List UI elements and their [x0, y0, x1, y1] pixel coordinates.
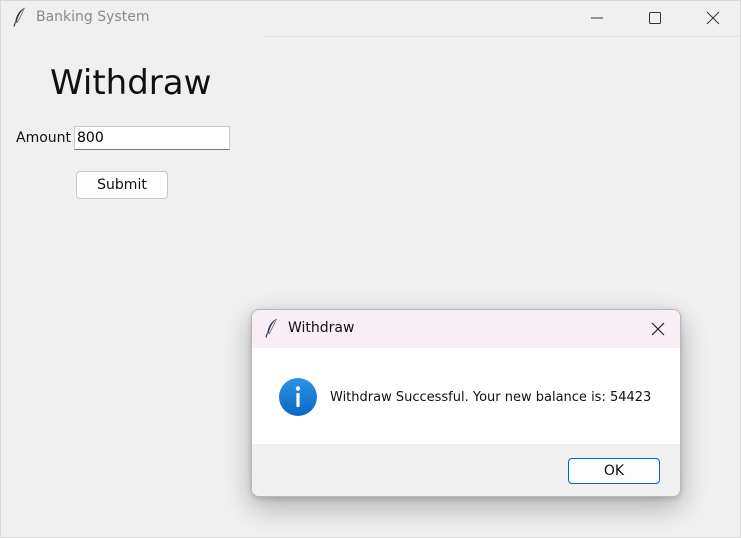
close-button[interactable] — [684, 1, 741, 35]
ok-button[interactable]: OK — [568, 458, 660, 484]
maximize-icon — [649, 12, 661, 24]
dialog-body: Withdraw Successful. Your new balance is… — [252, 348, 680, 444]
maximize-button[interactable] — [626, 1, 684, 35]
window-title: Banking System — [36, 9, 150, 25]
dialog-footer: OK — [252, 444, 680, 496]
info-icon — [279, 378, 317, 416]
feather-icon — [265, 318, 277, 338]
page-title: Withdraw — [50, 63, 212, 103]
dialog-title-bar[interactable]: Withdraw — [252, 310, 680, 348]
close-icon — [651, 322, 665, 336]
feather-icon — [13, 7, 25, 27]
dialog-title: Withdraw — [288, 320, 355, 336]
title-divider — [263, 36, 740, 37]
amount-field[interactable] — [74, 126, 230, 150]
minimize-icon — [591, 17, 603, 19]
title-bar[interactable]: Banking System — [1, 1, 740, 35]
close-icon — [706, 11, 720, 25]
submit-button[interactable]: Submit — [76, 171, 168, 199]
dialog-message: Withdraw Successful. Your new balance is… — [330, 390, 652, 405]
minimize-button[interactable] — [568, 1, 626, 35]
amount-label: Amount — [16, 130, 72, 146]
dialog-close-button[interactable] — [636, 310, 680, 348]
withdraw-dialog: Withdraw Withdraw Successful. Your new b… — [251, 309, 681, 497]
